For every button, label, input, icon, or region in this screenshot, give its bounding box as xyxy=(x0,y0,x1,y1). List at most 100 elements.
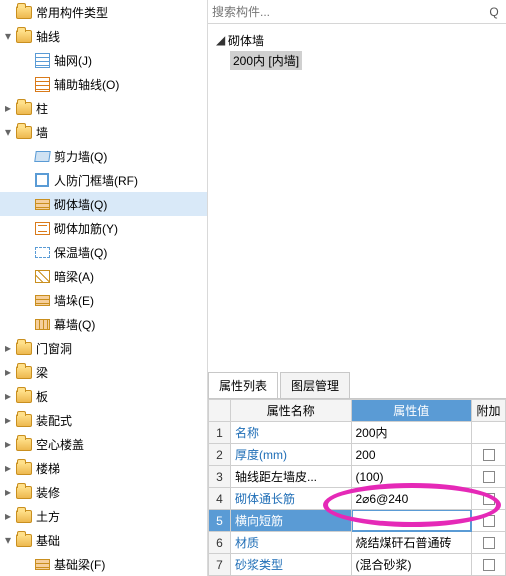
checkbox-icon[interactable] xyxy=(483,493,495,505)
tree-leaf-pier[interactable]: 墙垛(E) xyxy=(0,288,207,312)
table-row[interactable]: 5横向短筋 xyxy=(209,510,506,532)
tree-node-3[interactable]: ▸装配式 xyxy=(0,408,207,432)
prop-ext[interactable] xyxy=(472,422,506,444)
search-hint-icon: Q xyxy=(486,5,502,19)
table-row[interactable]: 7砂浆类型(混合砂浆) xyxy=(209,554,506,576)
property-panel: 属性列表 图层管理 属性名称 属性值 附加 1名称200内2厚度(mm)2003… xyxy=(208,372,506,576)
tree-label: 墙 xyxy=(36,124,48,141)
tree-leaf-masonry[interactable]: 砌体墙(Q) xyxy=(0,192,207,216)
prop-ext[interactable] xyxy=(472,510,506,532)
prop-value[interactable]: 200内 xyxy=(351,422,472,444)
col-header-index xyxy=(209,400,231,422)
tree-label: 门窗洞 xyxy=(36,340,72,357)
tree-node-0[interactable]: ▸ 门窗洞 xyxy=(0,336,207,360)
expand-icon: ▸ xyxy=(2,438,14,450)
checkbox-icon[interactable] xyxy=(483,515,495,527)
prop-name[interactable]: 横向短筋 xyxy=(231,510,352,532)
tree-node-2[interactable]: ▸板 xyxy=(0,384,207,408)
tree-label: 辅助轴线(O) xyxy=(54,76,119,93)
tree-leaf-curtainwall[interactable]: 幕墙(Q) xyxy=(0,312,207,336)
tree-node-5[interactable]: ▸ 楼梯 xyxy=(0,456,207,480)
tree-node-common[interactable]: 常用构件类型 xyxy=(0,0,207,24)
row-index: 1 xyxy=(209,422,231,444)
grid-icon xyxy=(34,52,50,68)
prop-value[interactable]: 200 xyxy=(351,444,472,466)
prop-ext[interactable] xyxy=(472,554,506,576)
checkbox-icon[interactable] xyxy=(483,449,495,461)
prop-name[interactable]: 材质 xyxy=(231,532,352,554)
viewer-item[interactable]: 200内 [内墙] xyxy=(216,50,498,70)
viewer-group[interactable]: ◢ 砌体墙 xyxy=(216,30,498,50)
tree-leaf-foundation-beam[interactable]: 基础梁(F) xyxy=(0,552,207,576)
search-input[interactable] xyxy=(212,5,486,19)
folder-icon xyxy=(16,510,32,523)
tree-node-4[interactable]: ▸空心楼盖 xyxy=(0,432,207,456)
prop-name[interactable]: 厚度(mm) xyxy=(231,444,352,466)
table-row[interactable]: 2厚度(mm)200 xyxy=(209,444,506,466)
collapse-icon: ▾ xyxy=(2,534,14,546)
tree-leaf-darkbeam[interactable]: 暗梁(A) xyxy=(0,264,207,288)
tree-label: 土方 xyxy=(36,508,60,525)
row-index: 4 xyxy=(209,488,231,510)
tree-label: 基础 xyxy=(36,532,60,549)
prop-ext[interactable] xyxy=(472,466,506,488)
prop-name[interactable]: 名称 xyxy=(231,422,352,444)
prop-ext[interactable] xyxy=(472,444,506,466)
checkbox-icon[interactable] xyxy=(483,471,495,483)
expand-icon: ▸ xyxy=(2,462,14,474)
prop-value[interactable]: 烧结煤矸石普通砖 xyxy=(351,532,472,554)
property-table: 属性名称 属性值 附加 1名称200内2厚度(mm)2003轴线距左墙皮...(… xyxy=(208,399,506,576)
tree-label: 暗梁(A) xyxy=(54,268,94,285)
prop-value[interactable]: 2⌀6@240 xyxy=(351,488,472,510)
tree-label: 保温墙(Q) xyxy=(54,244,107,261)
tree-leaf-aux-axis[interactable]: 辅助轴线(O) xyxy=(0,72,207,96)
table-row[interactable]: 6材质烧结煤矸石普通砖 xyxy=(209,532,506,554)
prop-value[interactable] xyxy=(351,510,472,532)
doorframe-icon xyxy=(34,172,50,188)
folder-icon xyxy=(16,366,32,379)
prop-name[interactable]: 砌体通长筋 xyxy=(231,488,352,510)
tree-node-7[interactable]: ▸土方 xyxy=(0,504,207,528)
tree-leaf-doorframewall[interactable]: 人防门框墙(RF) xyxy=(0,168,207,192)
col-header-value[interactable]: 属性值 xyxy=(351,400,472,422)
checkbox-icon[interactable] xyxy=(483,559,495,571)
tree-node-1[interactable]: ▸梁 xyxy=(0,360,207,384)
tree-node-wall[interactable]: ▾ 墙 xyxy=(0,120,207,144)
col-header-ext[interactable]: 附加 xyxy=(472,400,506,422)
tree-leaf-shearwall[interactable]: 剪力墙(Q) xyxy=(0,144,207,168)
row-index: 5 xyxy=(209,510,231,532)
tree-node-6[interactable]: ▸装修 xyxy=(0,480,207,504)
tree-leaf-axis-grid[interactable]: 轴网(J) xyxy=(0,48,207,72)
tree-label: 楼梯 xyxy=(36,460,60,477)
expand-icon: ▸ xyxy=(2,366,14,378)
prop-name[interactable]: 砂浆类型 xyxy=(231,554,352,576)
prop-value[interactable]: (100) xyxy=(351,466,472,488)
folder-icon xyxy=(16,414,32,427)
tree-label: 板 xyxy=(36,388,48,405)
tree-leaf-masonry-rebar[interactable]: 砌体加筋(Y) xyxy=(0,216,207,240)
tree-node-axis[interactable]: ▾ 轴线 xyxy=(0,24,207,48)
col-header-name[interactable]: 属性名称 xyxy=(231,400,352,422)
table-row[interactable]: 1名称200内 xyxy=(209,422,506,444)
tree-leaf-insulation[interactable]: 保温墙(Q) xyxy=(0,240,207,264)
checkbox-icon[interactable] xyxy=(483,537,495,549)
right-panel: Q ◢ 砌体墙 200内 [内墙] 属性列表 图层管理 属性名称 属性值 附加 … xyxy=(208,0,506,576)
tree-node-column[interactable]: ▸ 柱 xyxy=(0,96,207,120)
masonry-icon xyxy=(34,196,50,212)
expand-icon: ▸ xyxy=(2,342,14,354)
tree-node-8[interactable]: ▾ 基础 xyxy=(0,528,207,552)
folder-icon xyxy=(16,126,32,139)
folder-icon xyxy=(16,438,32,451)
table-row[interactable]: 3轴线距左墙皮...(100) xyxy=(209,466,506,488)
prop-value[interactable]: (混合砂浆) xyxy=(351,554,472,576)
curtainwall-icon xyxy=(34,316,50,332)
prop-ext[interactable] xyxy=(472,488,506,510)
table-row[interactable]: 4砌体通长筋2⌀6@240 xyxy=(209,488,506,510)
prop-ext[interactable] xyxy=(472,532,506,554)
prop-name[interactable]: 轴线距左墙皮... xyxy=(231,466,352,488)
expand-icon: ▸ xyxy=(2,486,14,498)
row-index: 6 xyxy=(209,532,231,554)
tab-layers[interactable]: 图层管理 xyxy=(280,372,350,398)
aux-grid-icon xyxy=(34,76,50,92)
tab-properties[interactable]: 属性列表 xyxy=(208,372,278,398)
